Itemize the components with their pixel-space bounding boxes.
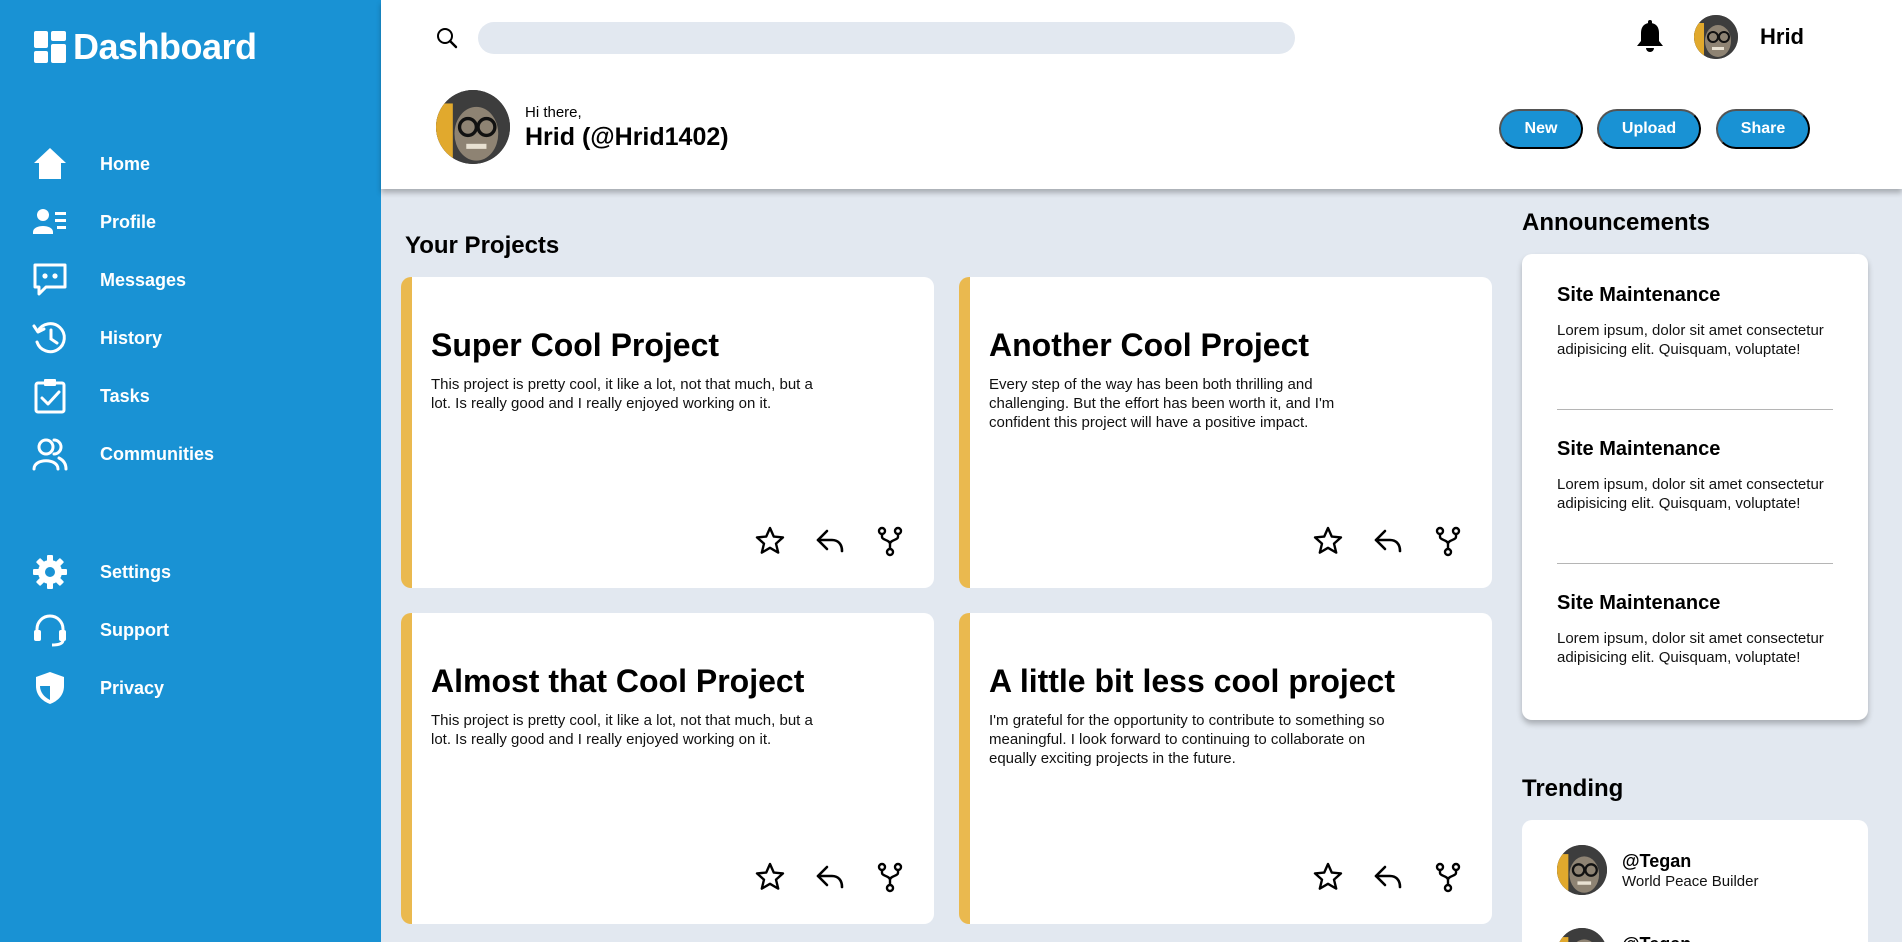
- trending-role: World Peace Builder: [1622, 873, 1759, 890]
- star-icon[interactable]: [1312, 525, 1344, 557]
- sidebar-item-label: Privacy: [100, 677, 165, 698]
- announcements-panel: Site Maintenance Lorem ipsum, dolor sit …: [1522, 254, 1868, 720]
- reply-icon[interactable]: [1372, 525, 1404, 557]
- tasks-icon: [32, 378, 68, 414]
- sidebar-item-settings[interactable]: Settings: [32, 550, 171, 594]
- star-icon[interactable]: [754, 525, 786, 557]
- divider: [1557, 563, 1833, 564]
- sidebar-item-label: Communities: [100, 443, 215, 464]
- trending-panel: @Tegan World Peace Builder @Tegan: [1522, 820, 1868, 942]
- home-icon: [32, 146, 68, 182]
- announcement-text: Lorem ipsum, dolor sit amet consectetur …: [1557, 630, 1824, 666]
- profile-name: Hrid (@Hrid1402): [525, 123, 729, 151]
- reply-icon[interactable]: [814, 861, 846, 893]
- project-card[interactable]: Almost that Cool Project This project is…: [401, 613, 934, 924]
- fork-icon[interactable]: [874, 861, 906, 893]
- project-description: Every step of the way has been both thri…: [989, 376, 1335, 431]
- announcement-title: Site Maintenance: [1557, 592, 1721, 614]
- fork-icon[interactable]: [874, 525, 906, 557]
- sidebar-item-messages[interactable]: Messages: [32, 258, 186, 302]
- new-button[interactable]: New: [1499, 109, 1583, 149]
- messages-icon: [32, 262, 68, 298]
- trending-title: Trending: [1522, 775, 1624, 802]
- star-icon[interactable]: [754, 861, 786, 893]
- search-icon[interactable]: [435, 26, 459, 50]
- privacy-icon: [32, 670, 68, 706]
- announcement-text: Lorem ipsum, dolor sit amet consectetur …: [1557, 476, 1824, 512]
- announcement-item[interactable]: Site Maintenance Lorem ipsum, dolor sit …: [1557, 438, 1833, 513]
- sidebar-item-profile[interactable]: Profile: [32, 200, 156, 244]
- logo-text: Dashboard: [73, 26, 257, 67]
- settings-icon: [32, 554, 68, 590]
- sidebar-item-label: Settings: [100, 561, 172, 582]
- project-description: This project is pretty cool, it like a l…: [431, 376, 813, 412]
- sidebar-item-label: Profile: [100, 211, 157, 232]
- communities-icon: [32, 436, 68, 472]
- announcement-text: Lorem ipsum, dolor sit amet consectetur …: [1557, 322, 1824, 358]
- sidebar-item-label: Messages: [100, 269, 187, 290]
- sidebar-item-label: Support: [100, 619, 169, 640]
- project-title: A little bit less cool project: [989, 663, 1395, 699]
- announcement-title: Site Maintenance: [1557, 438, 1721, 460]
- project-title: Super Cool Project: [431, 327, 720, 363]
- project-card[interactable]: Super Cool Project This project is prett…: [401, 277, 934, 588]
- upload-button[interactable]: Upload: [1597, 109, 1701, 149]
- support-icon: [32, 612, 68, 648]
- project-description: This project is pretty cool, it like a l…: [431, 712, 813, 748]
- star-icon[interactable]: [1312, 861, 1344, 893]
- reply-icon[interactable]: [814, 525, 846, 557]
- fork-icon[interactable]: [1432, 525, 1464, 557]
- announcement-item[interactable]: Site Maintenance Lorem ipsum, dolor sit …: [1557, 592, 1833, 667]
- share-button[interactable]: Share: [1716, 109, 1810, 149]
- sidebar-item-privacy[interactable]: Privacy: [32, 666, 164, 710]
- sidebar-item-label: Tasks: [100, 385, 150, 406]
- logo[interactable]: Dashboard: [33, 26, 257, 68]
- project-card[interactable]: A little bit less cool project I'm grate…: [959, 613, 1492, 924]
- history-icon: [32, 320, 68, 356]
- sidebar-item-support[interactable]: Support: [32, 608, 169, 652]
- reply-icon[interactable]: [1372, 861, 1404, 893]
- project-title: Almost that Cool Project: [431, 663, 805, 699]
- announcement-item[interactable]: Site Maintenance Lorem ipsum, dolor sit …: [1557, 284, 1833, 359]
- projects-title: Your Projects: [405, 232, 560, 259]
- announcements-title: Announcements: [1522, 209, 1711, 236]
- username[interactable]: Hrid: [1760, 24, 1804, 50]
- trending-handle[interactable]: @Tegan: [1622, 934, 1691, 942]
- sidebar-item-communities[interactable]: Communities: [32, 432, 214, 476]
- announcement-title: Site Maintenance: [1557, 284, 1721, 306]
- sidebar-item-home[interactable]: Home: [32, 142, 150, 186]
- dashboard-icon: [34, 31, 66, 63]
- greeting: Hi there,: [525, 104, 582, 121]
- project-description: I'm grateful for the opportunity to cont…: [989, 712, 1385, 767]
- profile-avatar[interactable]: [436, 90, 510, 164]
- sidebar-item-label: Home: [100, 153, 151, 174]
- project-title: Another Cool Project: [989, 327, 1310, 363]
- sidebar-item-label: History: [100, 327, 163, 348]
- search-input[interactable]: [478, 22, 1295, 54]
- sidebar-item-tasks[interactable]: Tasks: [32, 374, 150, 418]
- fork-icon[interactable]: [1432, 861, 1464, 893]
- bell-icon[interactable]: [1634, 20, 1666, 54]
- profile-icon: [32, 204, 68, 240]
- project-card[interactable]: Another Cool Project Every step of the w…: [959, 277, 1492, 588]
- sidebar-item-history[interactable]: History: [32, 316, 162, 360]
- divider: [1557, 409, 1833, 410]
- avatar[interactable]: [1557, 845, 1607, 895]
- trending-handle[interactable]: @Tegan: [1622, 851, 1691, 872]
- avatar[interactable]: [1557, 928, 1607, 942]
- avatar[interactable]: [1694, 15, 1738, 59]
- sidebar: Dashboard Home Profile Messages History …: [0, 0, 381, 942]
